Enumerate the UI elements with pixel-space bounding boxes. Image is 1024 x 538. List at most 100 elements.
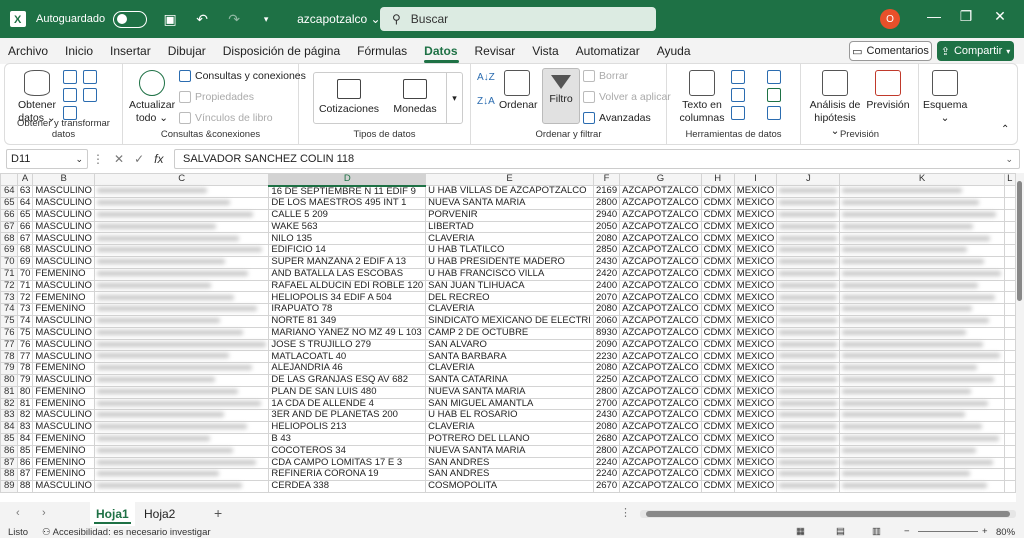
row-header[interactable]: 67 bbox=[0, 220, 18, 234]
cell-b[interactable]: MASCULINO bbox=[32, 409, 95, 423]
cell-k-redacted[interactable] bbox=[839, 208, 1005, 222]
cell-b[interactable]: MASCULINO bbox=[32, 421, 95, 434]
cell-g[interactable]: AZCAPOTZALCO bbox=[619, 197, 702, 210]
cell-h[interactable]: CDMX bbox=[700, 232, 735, 246]
row-header[interactable]: 86 bbox=[0, 444, 18, 458]
cell-l[interactable] bbox=[1003, 373, 1016, 387]
cell-f[interactable]: 2090 bbox=[592, 338, 621, 352]
cell-j-redacted[interactable] bbox=[776, 468, 841, 482]
tab-formulas[interactable]: Fórmulas bbox=[349, 38, 416, 64]
cell-b[interactable]: MASCULINO bbox=[32, 314, 95, 328]
column-header[interactable]: B bbox=[32, 173, 95, 186]
cell-a[interactable]: 82 bbox=[16, 409, 34, 423]
cell-k-redacted[interactable] bbox=[839, 421, 1005, 434]
file-name[interactable]: azcapotzalco ⌄ bbox=[297, 12, 380, 26]
cell-a[interactable]: 78 bbox=[16, 362, 34, 375]
cell-h[interactable]: CDMX bbox=[700, 480, 735, 493]
cell-g[interactable]: AZCAPOTZALCO bbox=[619, 373, 702, 387]
cell-i[interactable]: MEXICO bbox=[733, 468, 778, 482]
zoom-in-icon[interactable]: + bbox=[982, 526, 988, 537]
cell-c-redacted[interactable] bbox=[93, 468, 270, 482]
cell-k-redacted[interactable] bbox=[839, 267, 1005, 281]
tab-ayuda[interactable]: Ayuda bbox=[649, 38, 700, 64]
cell-a[interactable]: 87 bbox=[16, 468, 34, 482]
cell-e[interactable]: DEL RECREO bbox=[425, 291, 594, 305]
cell-a[interactable]: 70 bbox=[16, 267, 34, 281]
row-header[interactable]: 84 bbox=[0, 421, 18, 434]
tab-archivo[interactable]: Archivo bbox=[0, 38, 57, 64]
cell-j-redacted[interactable] bbox=[776, 456, 841, 470]
cell-h[interactable]: CDMX bbox=[700, 338, 735, 352]
cell-i[interactable]: MEXICO bbox=[733, 267, 778, 281]
cell-l[interactable] bbox=[1003, 350, 1016, 364]
customize-toolbar-icon[interactable]: ▾ bbox=[257, 14, 275, 25]
cancel-icon[interactable]: ✕ bbox=[114, 152, 124, 166]
cell-j-redacted[interactable] bbox=[776, 255, 841, 269]
cell-h[interactable]: CDMX bbox=[700, 350, 735, 364]
undo-icon[interactable]: ↶ bbox=[193, 11, 211, 28]
cell-g[interactable]: AZCAPOTZALCO bbox=[619, 432, 702, 446]
cell-b[interactable]: MASCULINO bbox=[32, 480, 95, 493]
tab-revisar[interactable]: Revisar bbox=[467, 38, 525, 64]
flash-fill-icon[interactable] bbox=[731, 70, 745, 84]
cell-j-redacted[interactable] bbox=[776, 267, 841, 281]
cell-l[interactable] bbox=[1003, 432, 1016, 446]
cell-b[interactable]: MASCULINO bbox=[32, 326, 95, 340]
column-header[interactable]: G bbox=[619, 173, 702, 186]
cell-i[interactable]: MEXICO bbox=[733, 255, 778, 269]
cell-h[interactable]: CDMX bbox=[700, 220, 735, 234]
cell-h[interactable]: CDMX bbox=[700, 456, 735, 470]
row-header[interactable]: 82 bbox=[0, 397, 18, 411]
cell-h[interactable]: CDMX bbox=[700, 303, 735, 316]
cell-e[interactable]: U HAB PRESIDENTE MADERO bbox=[425, 255, 594, 269]
cell-e[interactable]: NUEVA SANTA MARIA bbox=[425, 444, 594, 458]
row-header[interactable]: 77 bbox=[0, 338, 18, 352]
cell-j-redacted[interactable] bbox=[776, 421, 841, 434]
stocks-button[interactable]: Cotizaciones bbox=[318, 79, 380, 115]
cell-g[interactable]: AZCAPOTZALCO bbox=[619, 480, 702, 493]
cell-f[interactable]: 2700 bbox=[592, 397, 621, 411]
row-header[interactable]: 89 bbox=[0, 480, 18, 493]
cell-g[interactable]: AZCAPOTZALCO bbox=[619, 362, 702, 375]
cell-e[interactable]: NUEVA SANTA MARIA bbox=[425, 385, 594, 399]
cell-k-redacted[interactable] bbox=[839, 432, 1005, 446]
from-web-icon[interactable] bbox=[83, 70, 97, 84]
cell-k-redacted[interactable] bbox=[839, 255, 1005, 269]
cell-j-redacted[interactable] bbox=[776, 397, 841, 411]
from-text-icon[interactable] bbox=[63, 70, 77, 84]
cell-c-redacted[interactable] bbox=[93, 326, 270, 340]
cell-l[interactable] bbox=[1003, 185, 1016, 198]
cell-e[interactable]: POTRERO DEL LLANO bbox=[425, 432, 594, 446]
row-header[interactable]: 85 bbox=[0, 432, 18, 446]
cell-d[interactable]: 1A CDA DE ALLENDE 4 bbox=[268, 397, 427, 411]
cell-f[interactable]: 2850 bbox=[592, 244, 621, 257]
cell-f[interactable]: 2430 bbox=[592, 255, 621, 269]
cell-j-redacted[interactable] bbox=[776, 373, 841, 387]
cell-l[interactable] bbox=[1003, 220, 1016, 234]
column-header[interactable]: F bbox=[592, 173, 621, 186]
cell-c-redacted[interactable] bbox=[93, 244, 270, 257]
cell-a[interactable]: 77 bbox=[16, 350, 34, 364]
row-header[interactable]: 66 bbox=[0, 208, 18, 222]
cell-b[interactable]: FEMENINO bbox=[32, 444, 95, 458]
cell-a[interactable]: 84 bbox=[16, 432, 34, 446]
row-header[interactable]: 78 bbox=[0, 350, 18, 364]
advanced-button[interactable]: Avanzadas bbox=[583, 112, 651, 124]
data-model-icon[interactable] bbox=[767, 106, 781, 120]
cell-d[interactable]: HELIOPOLIS 34 EDIF A 504 bbox=[268, 291, 427, 305]
cell-e[interactable]: SANTA CATARINA bbox=[425, 373, 594, 387]
cell-i[interactable]: MEXICO bbox=[733, 444, 778, 458]
filter-button[interactable]: Filtro bbox=[542, 68, 580, 124]
cell-c-redacted[interactable] bbox=[93, 220, 270, 234]
row-header[interactable]: 71 bbox=[0, 267, 18, 281]
cell-b[interactable]: MASCULINO bbox=[32, 373, 95, 387]
cell-l[interactable] bbox=[1003, 480, 1016, 493]
cell-f[interactable]: 2230 bbox=[592, 350, 621, 364]
comments-button[interactable]: ▭ Comentarios bbox=[849, 41, 932, 61]
cell-k-redacted[interactable] bbox=[839, 480, 1005, 493]
cell-h[interactable]: CDMX bbox=[700, 185, 735, 198]
column-header[interactable]: J bbox=[776, 173, 841, 186]
cell-d[interactable]: NORTE 81 349 bbox=[268, 314, 427, 328]
column-header[interactable]: H bbox=[700, 173, 735, 186]
row-header[interactable]: 79 bbox=[0, 362, 18, 375]
